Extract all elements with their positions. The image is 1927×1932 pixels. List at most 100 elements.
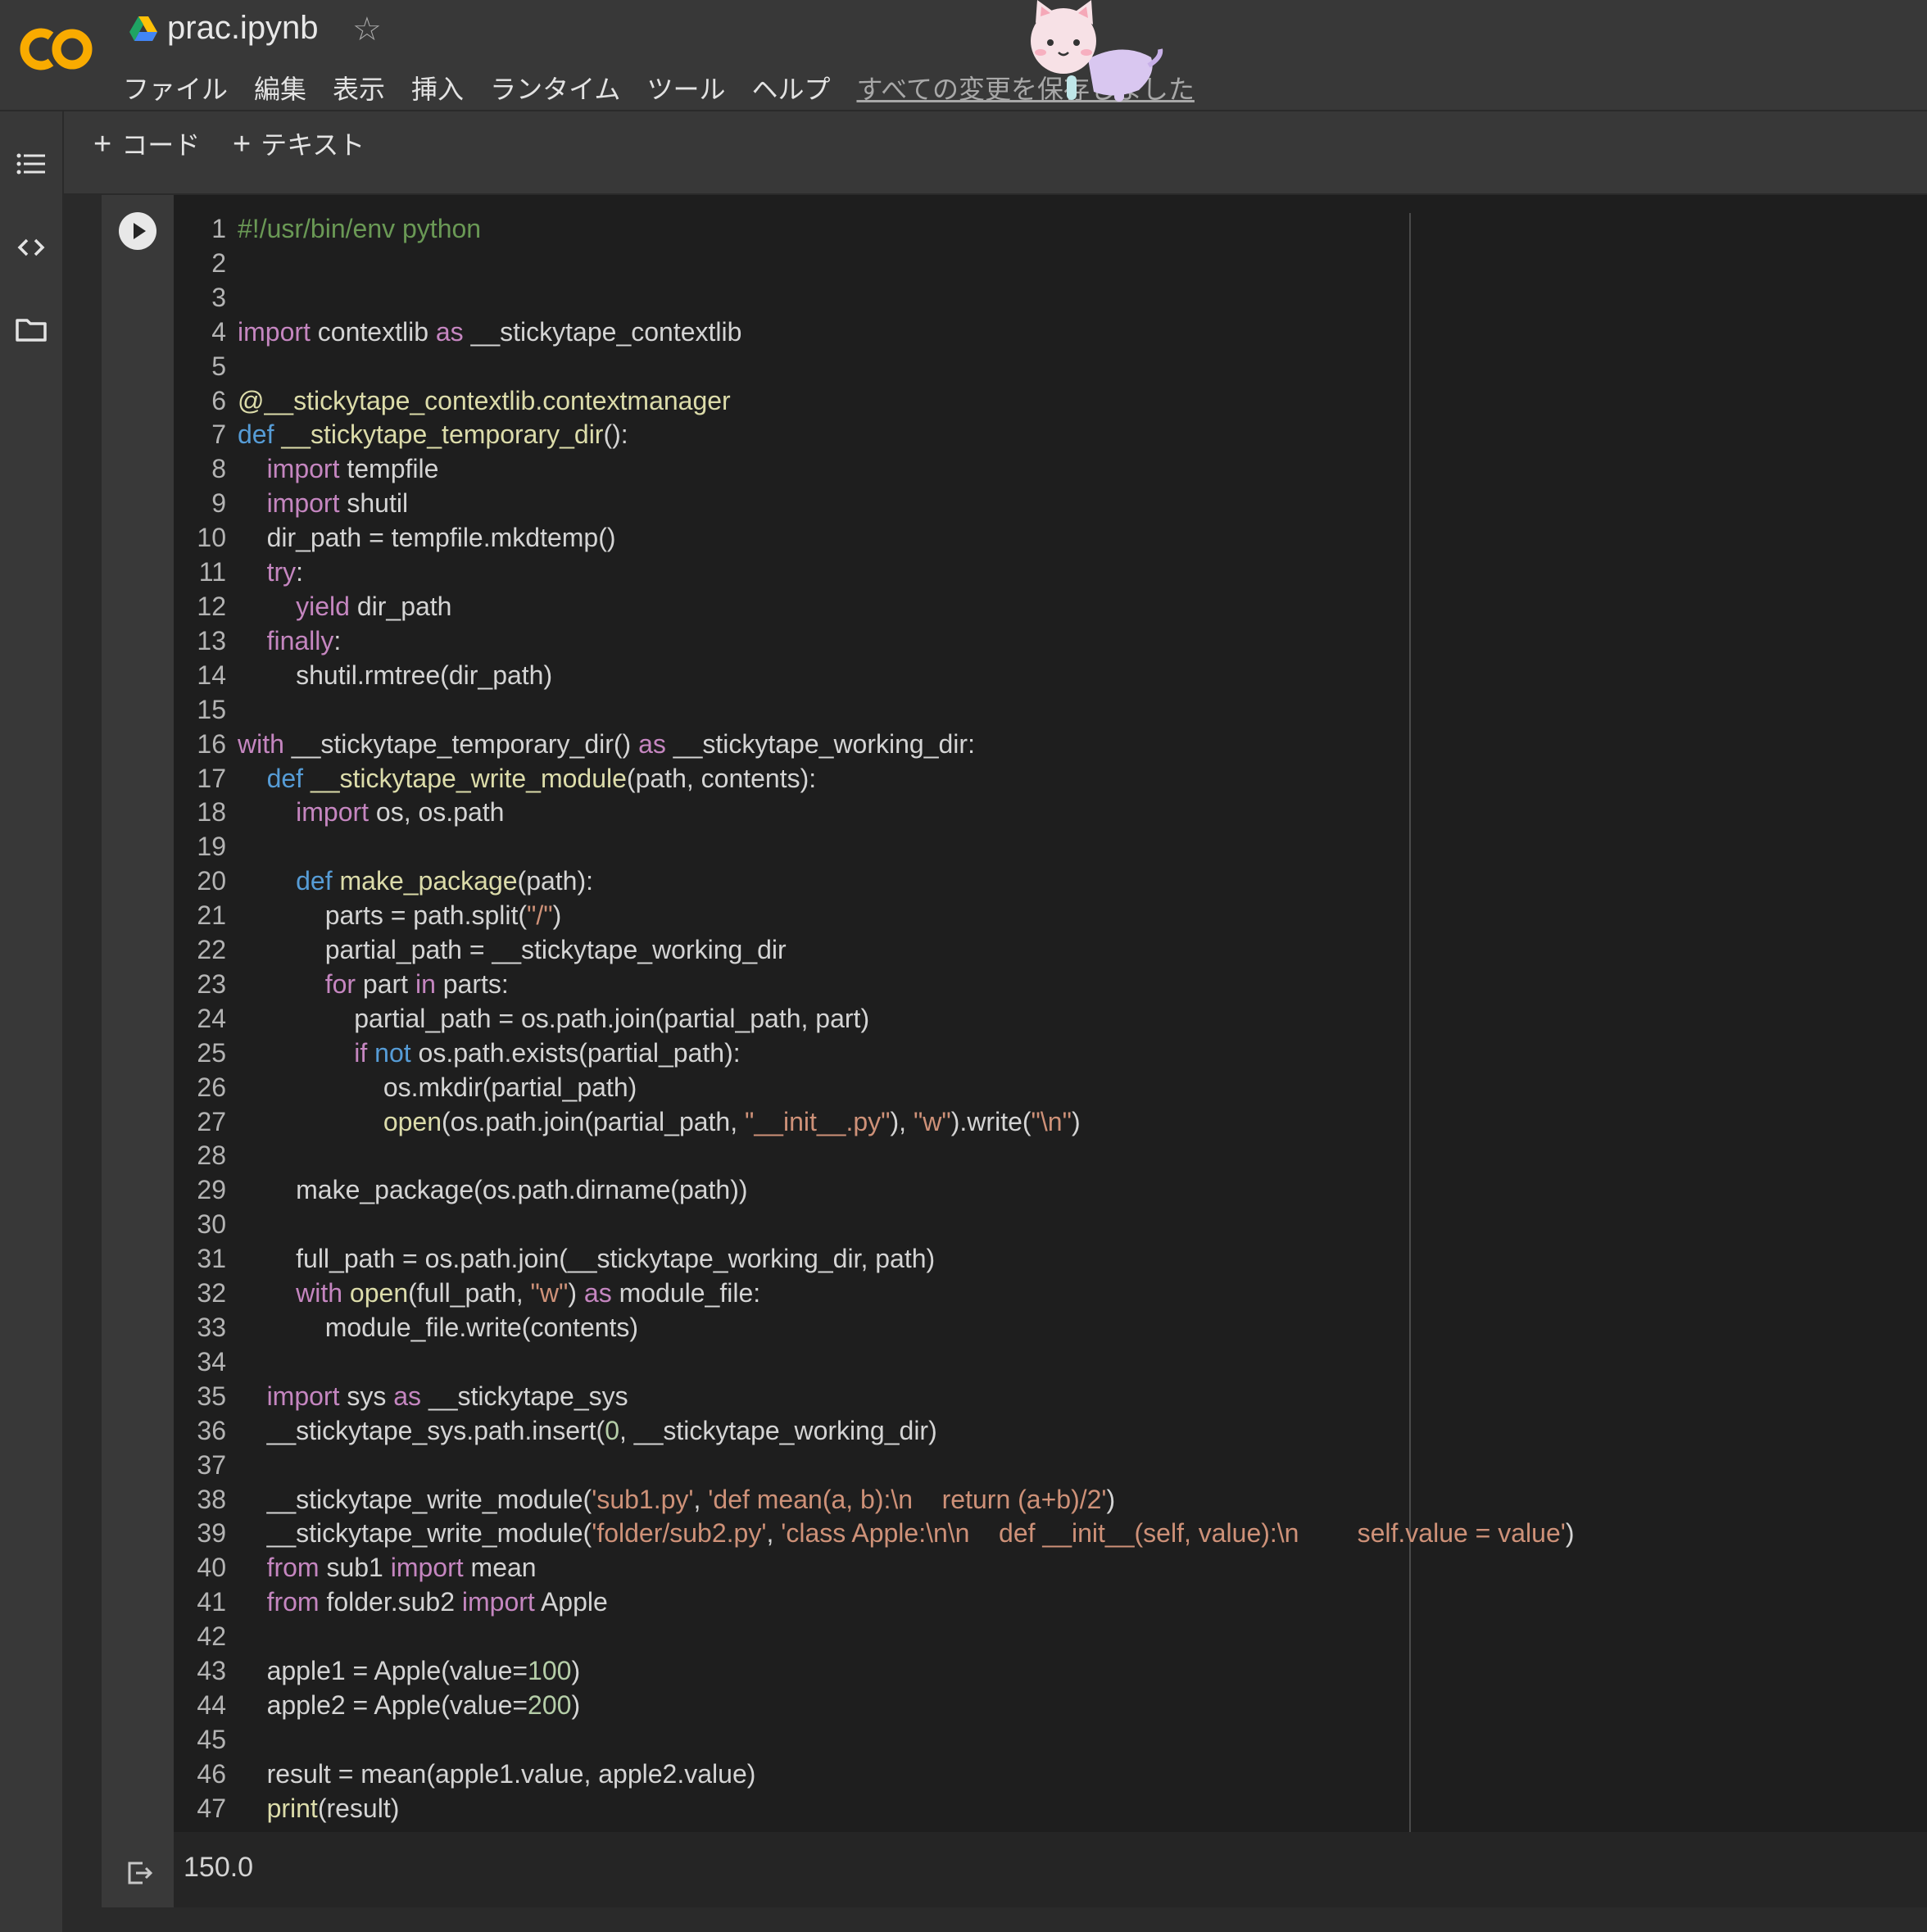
line-number: 16 [197, 728, 226, 759]
line-number: 24 [197, 1003, 226, 1033]
line-number: 6 [211, 385, 226, 415]
code-text: open(os.path.join(partial_path, "__init_… [383, 1106, 1081, 1136]
list-icon[interactable] [15, 147, 48, 180]
code-line: 1 #!/usr/bin/env python [174, 212, 1575, 247]
code-line: 39 __stickytape_write_module('folder/sub… [174, 1517, 1574, 1551]
code-lines: 1 #!/usr/bin/env python 2 3 4 import contextl… [174, 212, 1575, 1826]
line-number: 39 [197, 1518, 226, 1549]
line-number: 38 [197, 1484, 226, 1514]
run-cell-button[interactable] [119, 212, 156, 250]
notebook-title[interactable]: prac.ipynb [167, 10, 319, 47]
code-line: 46 result = mean(apple1.value, apple2.va… [174, 1757, 1575, 1792]
code-line: 21 parts = path.split("/") [174, 899, 1575, 933]
line-number: 44 [197, 1689, 226, 1720]
code-line: 25 if not os.path.exists(partial_path): [174, 1036, 1575, 1071]
output-redirect-icon[interactable] [125, 1858, 154, 1888]
line-number: 19 [197, 832, 226, 862]
code-brackets-icon[interactable] [15, 231, 48, 264]
code-text: import tempfile [266, 454, 439, 484]
menu-tools[interactable]: ツール [646, 69, 725, 107]
line-number: 31 [197, 1244, 226, 1274]
code-line: 19 [174, 830, 1575, 864]
code-text: apple1 = Apple(value=100) [238, 1656, 581, 1686]
add-text-button[interactable]: + テキスト [233, 125, 365, 162]
code-line: 27 open(os.path.join(partial_path, "__in… [174, 1105, 1575, 1140]
code-line: 40 from sub1 import mean [174, 1551, 1575, 1585]
menu-view[interactable]: 表示 [333, 69, 385, 107]
line-number: 7 [211, 420, 226, 450]
colab-logo[interactable] [18, 25, 97, 74]
line-number: 34 [197, 1346, 226, 1376]
menu-insert[interactable]: 挿入 [411, 69, 464, 107]
output-text: 150.0 [184, 1852, 254, 1883]
code-text: parts = path.split("/") [238, 900, 562, 931]
google-drive-icon[interactable] [129, 16, 157, 41]
line-number: 22 [197, 935, 226, 965]
code-line: 4 import contextlib as __stickytape_conte… [174, 315, 1575, 350]
line-number: 27 [197, 1106, 226, 1136]
line-number: 18 [197, 797, 226, 828]
line-number: 42 [197, 1621, 226, 1652]
menu-runtime[interactable]: ランタイム [490, 69, 620, 107]
code-text: finally: [266, 625, 342, 655]
line-number: 46 [197, 1758, 226, 1789]
menu-help[interactable]: ヘルプ [751, 69, 830, 107]
line-number: 28 [197, 1141, 226, 1171]
code-text: module_file.write(contents) [238, 1313, 639, 1342]
line-number: 47 [197, 1793, 226, 1823]
cell-toolbar: + コード + テキスト [64, 111, 1927, 193]
folder-icon[interactable] [15, 313, 48, 346]
line-number: 21 [197, 900, 226, 931]
code-text: full_path = os.path.join(__stickytape_wo… [238, 1244, 936, 1274]
line-number: 15 [197, 694, 226, 724]
code-text: result = mean(apple1.value, apple2.value… [238, 1758, 756, 1789]
line-number: 41 [197, 1587, 226, 1617]
code-line: 5 [174, 350, 1575, 384]
code-text: dir_path = tempfile.mkdtemp() [238, 523, 616, 553]
code-line: 31 full_path = os.path.join(__stickytape… [174, 1242, 1575, 1277]
code-line: 20 def make_package(path): [174, 864, 1575, 899]
code-line: 45 [174, 1723, 1575, 1757]
line-number: 3 [211, 282, 226, 312]
line-number: 5 [211, 351, 226, 381]
star-icon[interactable]: ☆ [352, 10, 382, 49]
code-text: try: [266, 557, 303, 587]
line-number: 45 [197, 1724, 226, 1754]
menu-file[interactable]: ファイル [123, 69, 228, 107]
plus-icon: + [93, 127, 112, 161]
code-line: 9 import shutil [174, 487, 1575, 521]
code-line: 28 [174, 1139, 1575, 1173]
code-text: #!/usr/bin/env python [238, 214, 482, 243]
code-line: 23 for part in parts: [174, 968, 1575, 1002]
code-line: 10 dir_path = tempfile.mkdtemp() [174, 521, 1575, 556]
code-line: 34 [174, 1345, 1575, 1380]
line-number: 25 [197, 1037, 226, 1068]
code-text: def __stickytape_write_module(path, cont… [266, 763, 817, 793]
code-text: def make_package(path): [296, 866, 594, 896]
code-line: 6 @__stickytape_contextlib.contextmanager [174, 384, 1575, 419]
menu-edit[interactable]: 編集 [254, 69, 306, 107]
add-code-label: コード [121, 130, 201, 160]
line-number: 36 [197, 1415, 226, 1445]
code-text: print(result) [266, 1793, 400, 1823]
code-line: 2 [174, 247, 1575, 281]
code-line: 29 make_package(os.path.dirname(path)) [174, 1173, 1575, 1208]
code-line: 8 import tempfile [174, 452, 1575, 487]
line-number: 17 [197, 763, 226, 793]
line-number: 43 [197, 1656, 226, 1686]
code-text: import os, os.path [296, 797, 505, 828]
code-text: for part in parts: [324, 968, 509, 999]
code-line: 38 __stickytape_write_module('sub1.py', … [174, 1483, 1575, 1517]
line-number: 14 [197, 660, 226, 690]
line-number: 29 [197, 1175, 226, 1205]
line-number: 35 [197, 1381, 226, 1411]
code-line: 44 apple2 = Apple(value=200) [174, 1689, 1575, 1723]
code-line: 12 yield dir_path [174, 590, 1575, 624]
line-number: 11 [198, 557, 226, 587]
add-text-label: テキスト [261, 130, 365, 160]
add-code-button[interactable]: + コード [93, 125, 200, 162]
code-text: __stickytape_write_module('sub1.py', 'de… [238, 1484, 1116, 1514]
code-line: 15 [174, 693, 1575, 728]
line-number: 37 [197, 1449, 226, 1480]
code-line: 13 finally: [174, 624, 1575, 659]
